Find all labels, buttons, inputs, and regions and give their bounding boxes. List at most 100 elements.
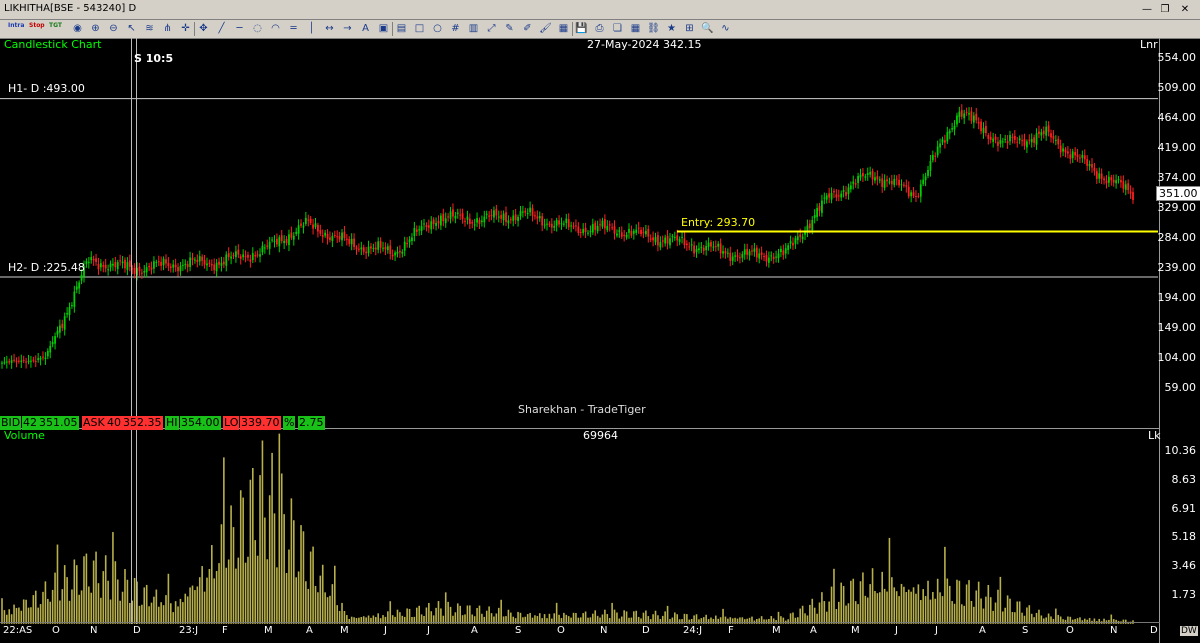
candle-body (1074, 152, 1077, 156)
bars-icon[interactable]: ▥ (466, 21, 481, 36)
candle-body (10, 360, 13, 363)
candle-body (1088, 164, 1091, 167)
line-icon[interactable]: ─ (232, 21, 247, 36)
zoom-icon[interactable]: 🔍 (700, 21, 715, 36)
candle-body (772, 256, 775, 260)
period-dw-button[interactable]: DW (1180, 626, 1198, 636)
indicator-icon[interactable]: ∿ (718, 21, 733, 36)
x-tick: S (515, 625, 522, 636)
save-icon[interactable]: 💾 (574, 21, 589, 36)
grid-icon[interactable]: # (448, 21, 463, 36)
candle-body (840, 193, 843, 198)
candle-body (984, 125, 987, 134)
toolbar-separator (572, 22, 573, 36)
candle-body (66, 313, 69, 315)
candle-body (1093, 167, 1096, 172)
paint-icon[interactable]: ✐ (520, 21, 535, 36)
grid2-icon[interactable]: ⊞ (682, 21, 697, 36)
pan-icon[interactable]: ✥ (196, 21, 211, 36)
intra-button[interactable]: Intra (8, 22, 24, 29)
arc-icon[interactable]: ◠ (268, 21, 283, 36)
x-tick: A (471, 625, 478, 636)
candle-body (172, 264, 175, 268)
candle-body (143, 271, 146, 273)
text-icon[interactable]: A (358, 21, 373, 36)
candle-body (582, 228, 585, 234)
bars2-icon[interactable]: ▦ (556, 21, 571, 36)
candle-body (854, 183, 857, 185)
candle-body (792, 242, 794, 246)
arrow-right-icon[interactable]: → (340, 21, 355, 36)
candle-body (560, 223, 563, 225)
square-icon[interactable]: □ (412, 21, 427, 36)
candle-body (710, 242, 712, 247)
candle-body (418, 229, 421, 231)
vline-icon[interactable]: │ (304, 21, 319, 36)
candle-body (1028, 139, 1031, 141)
candle-body (1079, 157, 1081, 159)
x-tick: S (1022, 625, 1029, 636)
candle-body (989, 136, 992, 140)
fibonacci-icon[interactable]: ≋ (142, 21, 157, 36)
candle-body (934, 155, 937, 157)
candle-body (145, 267, 148, 273)
chart-area[interactable] (0, 38, 1200, 643)
candle-body (555, 220, 558, 226)
copy-icon[interactable]: ❏ (610, 21, 625, 36)
zoom-in-icon[interactable]: ⊕ (88, 21, 103, 36)
cycles-icon[interactable]: ◌ (250, 21, 265, 36)
candle-body (326, 233, 329, 239)
brush-icon[interactable]: 🖌 (538, 21, 553, 36)
candle-body (589, 231, 592, 233)
candle-body (644, 230, 647, 235)
tgt-button[interactable]: TGT (49, 22, 62, 29)
candle-body (997, 141, 999, 146)
candle-body (1091, 164, 1093, 168)
candle-body (254, 255, 257, 257)
candle-body (210, 264, 213, 266)
volume-tick: 1.73 (1171, 588, 1197, 601)
candle-body (201, 256, 204, 261)
candle-body (640, 229, 642, 235)
volume-scale[interactable]: Lk (1148, 429, 1161, 442)
select-icon[interactable]: ↖ (124, 21, 139, 36)
restore-icon[interactable]: ❐ (1158, 3, 1172, 16)
cube-icon[interactable]: ▣ (376, 21, 391, 36)
eye-icon[interactable]: ◉ (70, 21, 85, 36)
candle-body (49, 345, 52, 353)
price-tick: 554.00 (1157, 51, 1197, 64)
expand-icon[interactable]: ⤢ (484, 21, 499, 36)
star-icon[interactable]: ★ (664, 21, 679, 36)
circle-icon[interactable]: ○ (430, 21, 445, 36)
price-tick: 194.00 (1157, 291, 1197, 304)
candle-body (1035, 133, 1038, 145)
candle-body (454, 215, 457, 219)
vol-profile-icon[interactable]: ▤ (394, 21, 409, 36)
volume-tick: 10.36 (1164, 444, 1197, 457)
lr-arrow-icon[interactable]: ↔ (322, 21, 337, 36)
candle-body (591, 224, 594, 233)
hline-icon[interactable]: ═ (286, 21, 301, 36)
candle-body (649, 238, 652, 240)
x-tick: F (222, 625, 228, 636)
pen-icon[interactable]: ✎ (502, 21, 517, 36)
candle-body (27, 360, 30, 362)
minimize-icon[interactable]: — (1140, 3, 1154, 16)
candle-body (890, 180, 893, 185)
candle-body (982, 127, 985, 133)
crosshair-icon[interactable]: ✛ (178, 21, 193, 36)
candle-body (895, 178, 898, 180)
candle-body (124, 259, 126, 269)
link-icon[interactable]: ⛓ (646, 21, 661, 36)
candle-body (51, 342, 54, 345)
andrews-icon[interactable]: ⋔ (160, 21, 175, 36)
print-icon[interactable]: ⎙ (592, 21, 607, 36)
toolbar-separator (392, 22, 393, 36)
trendline-icon[interactable]: ╱ (214, 21, 229, 36)
zoom-out-icon[interactable]: ⊖ (106, 21, 121, 36)
candle-body (849, 185, 852, 190)
stop-button[interactable]: Stop (29, 22, 45, 29)
close-icon[interactable]: ✕ (1178, 3, 1192, 16)
scale-type[interactable]: Lnr (1140, 38, 1158, 51)
calc-icon[interactable]: ▦ (628, 21, 643, 36)
